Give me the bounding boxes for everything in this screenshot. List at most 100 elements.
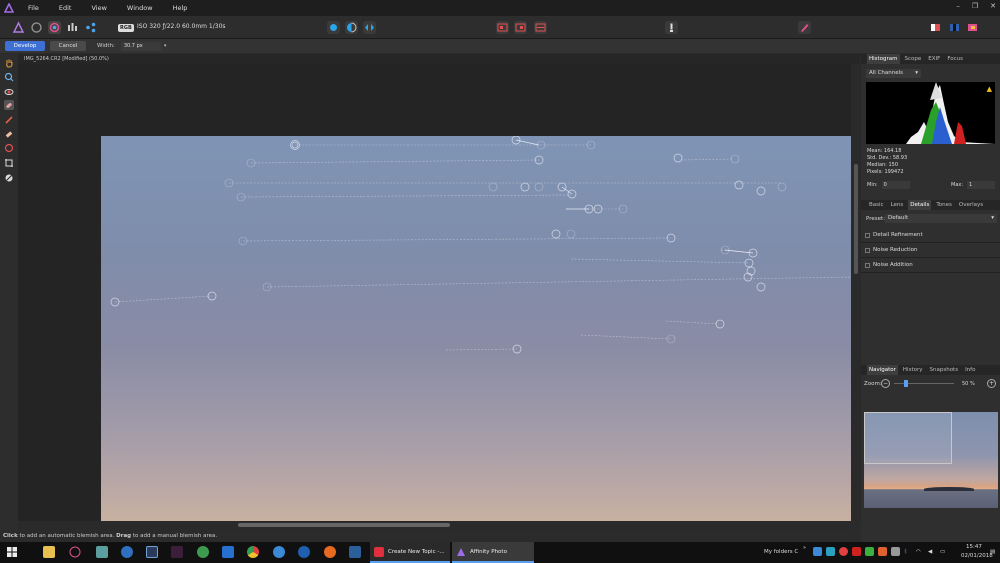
- tab-scope[interactable]: Scope: [903, 54, 924, 64]
- minimize-button[interactable]: –: [956, 2, 960, 10]
- wifi-icon[interactable]: ◠: [916, 549, 921, 555]
- max-input[interactable]: 1: [967, 181, 996, 189]
- volume-icon[interactable]: ◀: [928, 549, 932, 555]
- white-balance-tool-icon[interactable]: [4, 173, 14, 183]
- tab-histogram[interactable]: Histogram: [867, 54, 900, 64]
- tab-navigator[interactable]: Navigator: [867, 365, 898, 375]
- clock-date[interactable]: 02/01/2018: [961, 553, 993, 559]
- cancel-button[interactable]: Cancel: [50, 41, 86, 51]
- color-picker-icon[interactable]: [966, 21, 979, 34]
- horizontal-scrollbar[interactable]: [18, 521, 851, 530]
- tab-focus[interactable]: Focus: [945, 54, 965, 64]
- clipping-tones-icon[interactable]: [496, 21, 509, 34]
- menu-edit[interactable]: Edit: [49, 4, 82, 12]
- tab-basic[interactable]: Basic: [867, 200, 886, 210]
- noise-reduction-checkbox[interactable]: [865, 247, 870, 253]
- warning-icon[interactable]: ▲: [987, 85, 992, 93]
- zoom-slider-handle[interactable]: [904, 380, 908, 387]
- tab-overlays[interactable]: Overlays: [957, 200, 985, 210]
- tray-app-icon-2[interactable]: [826, 547, 835, 556]
- output-profile-icon[interactable]: [929, 21, 942, 34]
- split-view-icon[interactable]: [345, 21, 358, 34]
- assistant-icon[interactable]: [798, 21, 811, 34]
- export-persona-icon[interactable]: [84, 21, 97, 34]
- start-icon[interactable]: [6, 546, 18, 558]
- lightroom-icon[interactable]: [146, 546, 158, 558]
- noise-reduction-row[interactable]: Noise Reduction: [861, 243, 1000, 258]
- notifications-icon[interactable]: ▤: [990, 549, 995, 555]
- photo-sky[interactable]: [101, 136, 851, 521]
- clipped-highlights-icon[interactable]: [514, 21, 527, 34]
- tab-lens[interactable]: Lens: [889, 200, 906, 210]
- tab-details[interactable]: Details: [908, 200, 932, 210]
- zoom-tool-icon[interactable]: [4, 72, 14, 82]
- channel-select[interactable]: All Channels ▾: [866, 69, 921, 78]
- tab-info[interactable]: Info: [963, 365, 977, 375]
- edge-icon[interactable]: [121, 546, 133, 558]
- battery-icon[interactable]: ▭: [940, 549, 945, 555]
- detail-refinement-checkbox[interactable]: [865, 232, 870, 238]
- detail-refinement-row[interactable]: Detail Refinement: [861, 228, 1000, 243]
- tray-expand-icon[interactable]: »: [803, 545, 806, 551]
- clock-time[interactable]: 15:47: [966, 544, 982, 550]
- vertical-scroll-thumb[interactable]: [854, 164, 858, 274]
- restore-button[interactable]: ❐: [972, 2, 978, 10]
- firefox-icon[interactable]: [324, 546, 336, 558]
- zoom-in-icon[interactable]: +: [987, 379, 996, 388]
- clipped-shadows-icon[interactable]: [534, 21, 547, 34]
- menu-file[interactable]: File: [18, 4, 49, 12]
- develop-persona-icon[interactable]: [48, 21, 61, 34]
- blemish-markers[interactable]: [101, 136, 851, 521]
- width-input[interactable]: 30.7 px: [120, 41, 161, 51]
- tray-app-icon-1[interactable]: [813, 547, 822, 556]
- app-icon-3[interactable]: [349, 546, 361, 558]
- app-icon-2[interactable]: [298, 546, 310, 558]
- bluetooth-icon[interactable]: ᛒ: [904, 549, 907, 555]
- crop-tool-icon[interactable]: [4, 158, 14, 168]
- tray-app-icon-5[interactable]: [865, 547, 874, 556]
- media-player-icon[interactable]: [171, 546, 183, 558]
- tray-app-icon-3[interactable]: [839, 547, 848, 556]
- globe-icon[interactable]: [197, 546, 209, 558]
- horizontal-scroll-thumb[interactable]: [238, 523, 450, 527]
- width-dropdown-icon[interactable]: ▾: [164, 43, 167, 49]
- blemish-removal-tool-icon[interactable]: [4, 100, 14, 110]
- overlay-toggle-icon[interactable]: [327, 21, 340, 34]
- menu-view[interactable]: View: [81, 4, 116, 12]
- zoom-out-icon[interactable]: −: [881, 379, 890, 388]
- file-explorer-icon[interactable]: [43, 546, 55, 558]
- noise-addition-row[interactable]: Noise Addition: [861, 258, 1000, 273]
- tray-app-icon-6[interactable]: [878, 547, 887, 556]
- brush-tool-icon[interactable]: [4, 115, 14, 125]
- chrome-icon[interactable]: [247, 546, 259, 558]
- min-input[interactable]: 0: [881, 181, 910, 189]
- developed-color-icon[interactable]: [948, 21, 961, 34]
- app-icon-1[interactable]: [96, 546, 108, 558]
- tab-exif[interactable]: EXIF: [926, 54, 942, 64]
- close-button[interactable]: ✕: [990, 2, 996, 10]
- navigator-view-rect[interactable]: [864, 412, 952, 464]
- tray-app-icon-4[interactable]: [852, 547, 861, 556]
- tab-tones[interactable]: Tones: [934, 200, 954, 210]
- vertical-scrollbar[interactable]: [851, 64, 861, 521]
- canvas[interactable]: [18, 64, 851, 521]
- tray-app-icon-7[interactable]: [891, 547, 900, 556]
- affinity-logo-icon[interactable]: [0, 0, 18, 16]
- photo-persona-icon[interactable]: [12, 21, 25, 34]
- zoom-slider[interactable]: [894, 380, 954, 387]
- liquify-persona-icon[interactable]: [30, 21, 43, 34]
- browser-icon[interactable]: [273, 546, 285, 558]
- mirror-view-icon[interactable]: [363, 21, 376, 34]
- tab-history[interactable]: History: [901, 365, 925, 375]
- taskbar-window-vivaldi[interactable]: Create New Topic -...: [370, 542, 450, 563]
- tone-mapping-persona-icon[interactable]: [66, 21, 79, 34]
- preset-select[interactable]: Default ▾: [885, 214, 997, 223]
- red-eye-tool-icon[interactable]: [4, 87, 14, 97]
- noise-addition-checkbox[interactable]: [865, 262, 870, 268]
- menu-window[interactable]: Window: [117, 4, 163, 12]
- show-mask-icon[interactable]: [665, 21, 678, 34]
- calendar-icon[interactable]: [222, 546, 234, 558]
- network-icon[interactable]: [69, 546, 81, 558]
- radial-mask-tool-icon[interactable]: [4, 143, 14, 153]
- tab-snapshots[interactable]: Snapshots: [928, 365, 961, 375]
